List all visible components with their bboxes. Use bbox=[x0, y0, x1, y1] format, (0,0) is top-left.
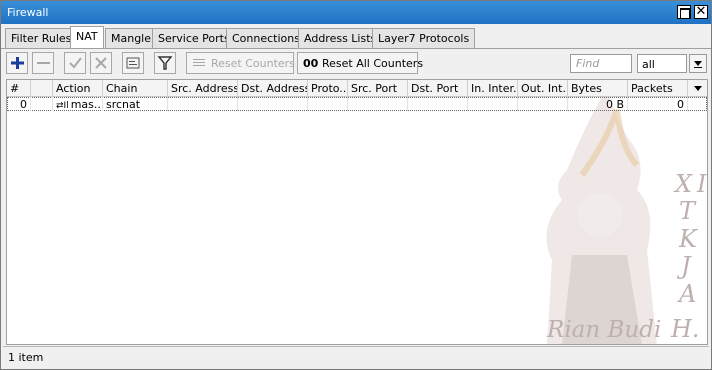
row-number: 0 bbox=[7, 97, 31, 111]
tab-address-lists[interactable]: Address Lists bbox=[298, 28, 383, 48]
watermark-letter: T bbox=[679, 197, 696, 225]
reset-counters-button[interactable]: Reset Counters bbox=[186, 52, 295, 74]
row-flag bbox=[31, 97, 53, 111]
watermark-letter: X bbox=[675, 170, 693, 198]
tab-connections[interactable]: Connections bbox=[226, 28, 306, 48]
filter-select-dropdown-button[interactable] bbox=[689, 54, 707, 73]
reset-all-counters-button[interactable]: 00 Reset All Counters bbox=[297, 52, 423, 74]
tab-filter-rules[interactable]: Filter Rules bbox=[5, 28, 78, 48]
watermark-signature: Rian Budi bbox=[547, 317, 662, 343]
watermark-letter: I bbox=[697, 170, 707, 198]
row-dst-port bbox=[408, 97, 468, 111]
column-header-src-port[interactable]: Src. Port bbox=[348, 80, 408, 97]
tab-label: Mangle bbox=[111, 32, 152, 45]
chevron-down-icon bbox=[694, 61, 702, 68]
tab-label: NAT bbox=[76, 30, 98, 43]
maximize-button[interactable] bbox=[677, 5, 691, 19]
tab-mangle[interactable]: Mangle bbox=[105, 28, 158, 48]
item-count: 1 item bbox=[8, 351, 44, 364]
filter-button[interactable] bbox=[154, 52, 176, 74]
chevron-down-icon bbox=[694, 86, 702, 91]
column-header-flag[interactable] bbox=[31, 80, 53, 97]
tab-label: Connections bbox=[232, 32, 300, 45]
close-button[interactable]: ✕ bbox=[694, 5, 708, 19]
row-protocol bbox=[308, 97, 348, 111]
enable-button[interactable] bbox=[64, 52, 86, 74]
masquerade-icon: ⇄Il bbox=[56, 101, 69, 111]
tab-service-ports[interactable]: Service Ports bbox=[152, 28, 236, 48]
row-bytes: 0 B bbox=[568, 97, 628, 111]
find-placeholder: Find bbox=[576, 57, 600, 70]
column-header-in-interface[interactable]: In. Inter... bbox=[468, 80, 518, 97]
table-header: # Action Chain Src. Address Dst. Address… bbox=[7, 80, 707, 97]
row-action: ⇄Il mas... bbox=[53, 97, 103, 111]
minus-icon bbox=[37, 62, 50, 64]
watermark-letter: K bbox=[679, 225, 697, 253]
column-header-packets[interactable]: Packets bbox=[628, 80, 688, 97]
reset-all-counters-label: Reset All Counters bbox=[322, 57, 424, 70]
column-header-chain[interactable]: Chain bbox=[103, 80, 168, 97]
column-header-bytes[interactable]: Bytes bbox=[568, 80, 628, 97]
add-button[interactable] bbox=[6, 52, 28, 74]
plus-icon bbox=[11, 57, 24, 69]
tab-divider bbox=[1, 48, 711, 49]
row-src-port bbox=[348, 97, 408, 111]
row-out-interface bbox=[518, 97, 568, 111]
window-title: Firewall bbox=[7, 6, 49, 19]
tab-label: Service Ports bbox=[158, 32, 230, 45]
column-header-dst-address[interactable]: Dst. Address bbox=[238, 80, 308, 97]
table-row[interactable]: 0 ⇄Il mas... srcnat 0 B 0 bbox=[7, 97, 707, 111]
funnel-icon bbox=[157, 56, 173, 70]
nat-rules-table[interactable]: X I T K J A H. Rian Budi # Action Chain … bbox=[6, 79, 708, 345]
watermark: X I T K J A H. Rian Budi bbox=[7, 80, 707, 344]
counter-icon: 00 bbox=[303, 57, 319, 70]
row-action-text: mas... bbox=[70, 98, 103, 111]
remove-button[interactable] bbox=[32, 52, 54, 74]
filter-select-value: all bbox=[642, 58, 655, 71]
anime-character-watermark bbox=[546, 90, 657, 344]
find-input[interactable]: Find bbox=[570, 54, 632, 73]
filter-select[interactable]: all bbox=[637, 54, 687, 73]
title-bar[interactable]: Firewall ✕ bbox=[1, 1, 711, 24]
tab-nat[interactable]: NAT bbox=[70, 26, 104, 48]
x-icon bbox=[95, 57, 107, 69]
disable-button[interactable] bbox=[90, 52, 112, 74]
tab-label: Filter Rules bbox=[11, 32, 72, 45]
column-menu-button[interactable] bbox=[688, 80, 707, 97]
tab-label: Layer7 Protocols bbox=[378, 32, 470, 45]
status-bar: 1 item bbox=[3, 346, 709, 366]
column-header-protocol[interactable]: Proto... bbox=[308, 80, 348, 97]
column-header-dst-port[interactable]: Dst. Port bbox=[408, 80, 468, 97]
list-icon bbox=[193, 59, 205, 66]
tab-label: Address Lists bbox=[304, 32, 377, 45]
watermark-letter: J bbox=[681, 252, 691, 280]
watermark-letter: A bbox=[679, 280, 697, 308]
column-header-out-interface[interactable]: Out. Int... bbox=[518, 80, 568, 97]
comment-button[interactable] bbox=[122, 52, 144, 74]
column-header-number[interactable]: # bbox=[7, 80, 31, 97]
row-dst-address bbox=[238, 97, 308, 111]
row-packets: 0 bbox=[628, 97, 688, 111]
row-src-address bbox=[168, 97, 238, 111]
check-icon bbox=[69, 57, 82, 69]
firewall-window: Firewall ✕ Filter Rules NAT Mangle Servi… bbox=[0, 0, 712, 370]
row-in-interface bbox=[468, 97, 518, 111]
reset-counters-label: Reset Counters bbox=[211, 57, 295, 70]
note-icon bbox=[126, 57, 140, 69]
watermark-letter: H. bbox=[671, 315, 700, 343]
row-chain: srcnat bbox=[103, 97, 168, 111]
tab-layer7-protocols[interactable]: Layer7 Protocols bbox=[372, 28, 476, 48]
column-header-action[interactable]: Action bbox=[53, 80, 103, 97]
column-header-src-address[interactable]: Src. Address bbox=[168, 80, 238, 97]
